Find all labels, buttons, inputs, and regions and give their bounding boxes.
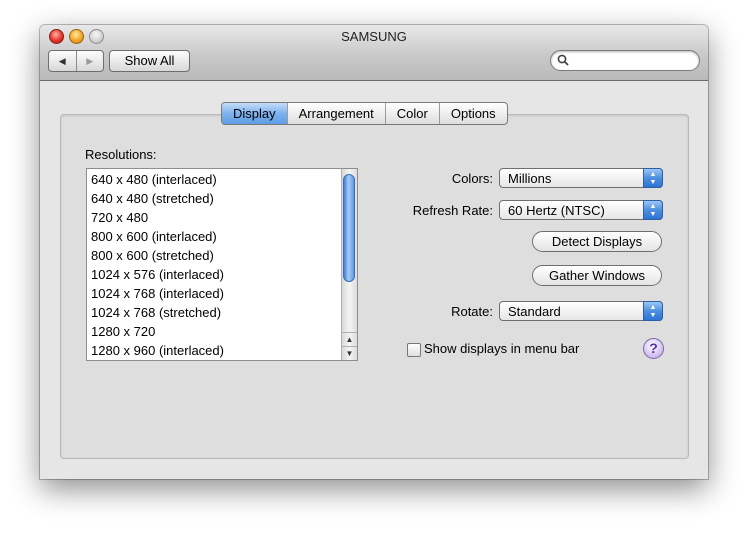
show-all-button[interactable]: Show All: [109, 50, 190, 72]
popup-arrows-icon: ▲ ▼: [643, 200, 663, 220]
refresh-rate-popup[interactable]: 60 Hertz (NTSC) ▲ ▼: [499, 200, 663, 220]
title-bar: SAMSUNG ◀ ▶ Show All: [40, 25, 708, 81]
back-button[interactable]: ◀: [49, 51, 76, 71]
rotate-label: Rotate:: [451, 304, 493, 319]
tab-arrangement[interactable]: Arrangement: [286, 103, 385, 124]
colors-label: Colors:: [451, 171, 493, 186]
list-item[interactable]: 640 x 480 (stretched): [91, 189, 224, 208]
popup-arrows-icon: ▲ ▼: [643, 301, 663, 321]
show-displays-checkbox[interactable]: [407, 343, 421, 357]
forward-arrow-icon: ▶: [86, 55, 94, 66]
list-item[interactable]: 1280 x 960 (interlaced): [91, 341, 224, 360]
list-item[interactable]: 800 x 600 (stretched): [91, 246, 224, 265]
scroll-down-arrow-icon[interactable]: ▼: [342, 346, 357, 360]
gather-windows-button[interactable]: Gather Windows: [532, 265, 662, 286]
refresh-rate-label: Refresh Rate:: [412, 203, 493, 218]
help-button[interactable]: ?: [643, 338, 664, 359]
detect-displays-button[interactable]: Detect Displays: [532, 231, 662, 252]
show-displays-checkbox-label[interactable]: Show displays in menu bar: [424, 341, 579, 356]
rotate-value: Standard: [508, 304, 561, 319]
resolutions-items: 640 x 480 (interlaced) 640 x 480 (stretc…: [91, 170, 224, 360]
colors-value: Millions: [508, 171, 552, 186]
scroll-up-arrow-icon[interactable]: ▲: [342, 332, 357, 347]
tab-display[interactable]: Display: [222, 103, 287, 124]
list-item[interactable]: 1280 x 720: [91, 322, 224, 341]
resolutions-scrollbar[interactable]: ▲ ▼: [341, 169, 357, 360]
back-arrow-icon: ◀: [58, 55, 66, 66]
search-icon: [557, 54, 569, 66]
resolutions-label: Resolutions:: [85, 147, 157, 162]
list-item[interactable]: 800 x 600 (interlaced): [91, 227, 224, 246]
preferences-window: SAMSUNG ◀ ▶ Show All Display Arrangement…: [40, 25, 708, 479]
list-item[interactable]: 640 x 480 (interlaced): [91, 170, 224, 189]
rotate-popup[interactable]: Standard ▲ ▼: [499, 301, 663, 321]
colors-popup[interactable]: Millions ▲ ▼: [499, 168, 663, 188]
forward-button[interactable]: ▶: [75, 51, 104, 71]
scrollbar-thumb[interactable]: [343, 174, 355, 282]
tab-color[interactable]: Color: [384, 103, 439, 124]
tab-bar: Display Arrangement Color Options: [221, 102, 508, 125]
resolutions-list[interactable]: 640 x 480 (interlaced) 640 x 480 (stretc…: [86, 168, 358, 361]
help-icon: ?: [649, 340, 658, 356]
popup-arrows-icon: ▲ ▼: [643, 168, 663, 188]
window-title: SAMSUNG: [341, 29, 407, 44]
search-field[interactable]: [550, 50, 700, 71]
list-item[interactable]: 1024 x 768 (stretched): [91, 303, 224, 322]
nav-buttons: ◀ ▶: [48, 50, 104, 72]
list-item[interactable]: 720 x 480: [91, 208, 224, 227]
list-item[interactable]: 1024 x 576 (interlaced): [91, 265, 224, 284]
tab-options[interactable]: Options: [438, 103, 507, 124]
refresh-rate-value: 60 Hertz (NTSC): [508, 203, 605, 218]
list-item[interactable]: 1024 x 768 (interlaced): [91, 284, 224, 303]
